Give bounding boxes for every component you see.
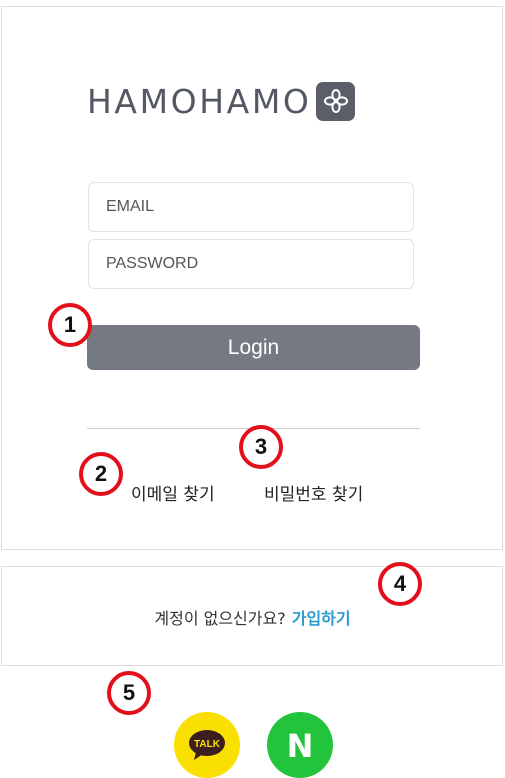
naver-n-icon: N [287, 728, 314, 762]
annotation-badge-1: 1 [48, 303, 92, 347]
kakao-label: TALK [194, 739, 221, 750]
email-input[interactable] [88, 182, 414, 232]
find-password-link[interactable]: 비밀번호 찾기 [264, 480, 363, 505]
password-input[interactable] [88, 239, 414, 289]
naver-label: N [287, 728, 314, 762]
signup-question: 계정이 없으신가요? [154, 609, 286, 628]
signup-link[interactable]: 가입하기 [292, 609, 351, 628]
naver-login-button[interactable]: N [267, 712, 333, 778]
annotation-badge-4: 4 [378, 562, 422, 606]
annotation-badge-2: 2 [79, 452, 123, 496]
brand-logo: HAMOHAMO [87, 80, 356, 122]
logo-text: HAMOHAMO [87, 81, 312, 121]
signup-row: 계정이 없으신가요? 가입하기 [0, 605, 505, 629]
annotation-badge-3: 3 [239, 425, 283, 469]
find-email-link[interactable]: 이메일 찾기 [131, 480, 215, 505]
flower-icon [316, 81, 356, 121]
kakao-talk-icon: TALK [189, 730, 225, 760]
annotation-badge-5: 5 [107, 671, 151, 715]
login-button[interactable]: Login [87, 325, 420, 370]
kakao-login-button[interactable]: TALK [174, 712, 240, 778]
